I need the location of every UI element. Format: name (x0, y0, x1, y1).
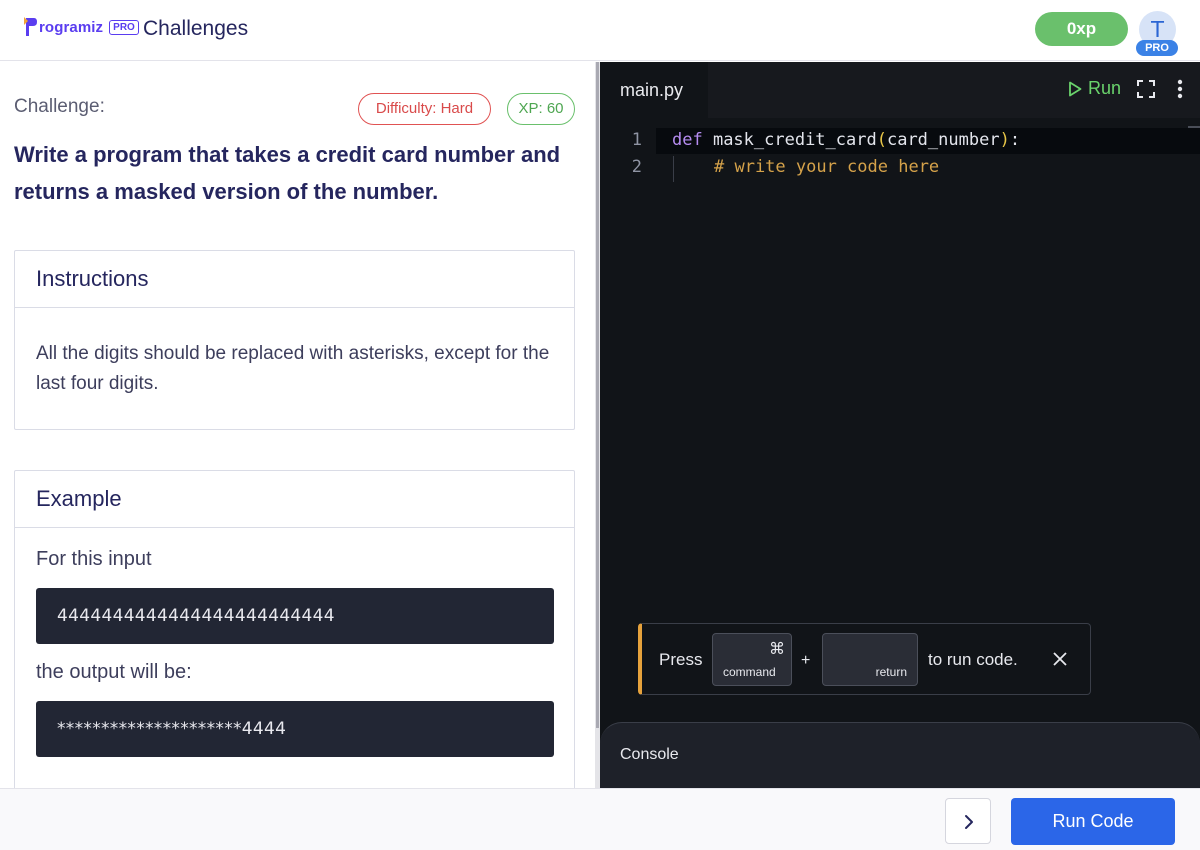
code-editor-panel: main.py Run 1 def mask_credit_card(card_… (600, 62, 1200, 788)
command-key-label: command (723, 665, 776, 679)
page-title: Challenges (143, 17, 249, 40)
return-key: return (822, 633, 918, 686)
chevron-right-icon (965, 815, 973, 829)
editor-tab-bar: main.py Run (600, 62, 1200, 118)
instructions-heading: Instructions (15, 251, 574, 308)
top-header: rogramiz PRO Challenges 0xp T PRO (0, 0, 1200, 61)
instructions-text: All the digits should be replaced with a… (36, 343, 550, 394)
editor-scroll-indicator (1188, 126, 1200, 128)
paren-close: ) (999, 130, 1010, 150)
paren-open: ( (876, 130, 887, 150)
keyword-def: def (672, 130, 713, 150)
command-key: ⌘ command (712, 633, 792, 686)
play-icon (1069, 81, 1082, 96)
indent-guide (673, 156, 674, 182)
hint-plus: + (801, 652, 811, 669)
function-name: mask_credit_card (712, 130, 877, 150)
run-button[interactable]: Run (1068, 78, 1121, 99)
colon: : (1009, 130, 1021, 150)
challenge-title: Write a program that takes a credit card… (14, 142, 561, 204)
left-panel-scrollbar[interactable] (596, 62, 599, 728)
run-shortcut-hint: Press ⌘ command + return to run code. (638, 623, 1091, 695)
command-symbol-icon: ⌘ (769, 641, 785, 658)
run-button-label: Run (1088, 78, 1122, 98)
function-arg: card_number (886, 130, 1000, 150)
example-output-label: the output will be: (36, 661, 192, 683)
run-code-button[interactable]: Run Code (1011, 798, 1175, 845)
programiz-logo[interactable]: rogramiz PRO (24, 16, 139, 38)
logo-text: rogramiz (39, 18, 104, 36)
bottom-toolbar: Run Code (0, 788, 1200, 850)
line-number: 2 (631, 157, 642, 177)
line-number: 1 (631, 130, 642, 150)
logo-pro-badge: PRO (109, 19, 139, 35)
example-input-label: For this input (36, 548, 152, 570)
programiz-logo-icon (24, 17, 37, 36)
hint-press-text: Press (659, 650, 703, 669)
xp-counter[interactable]: 0xp (1035, 12, 1128, 46)
difficulty-badge: Difficulty: Hard (358, 93, 491, 125)
code-comment[interactable]: # write your code here (714, 157, 939, 177)
xp-badge: XP: 60 (507, 93, 575, 125)
example-input-box: 4444444444444444444444444 (36, 588, 554, 644)
close-icon[interactable] (1052, 651, 1068, 667)
avatar-pro-badge: PRO (1136, 40, 1178, 56)
instructions-card: Instructions All the digits should be re… (14, 250, 575, 430)
example-output-box: *********************4444 (36, 701, 554, 757)
expand-icon[interactable] (1137, 80, 1155, 98)
more-vertical-icon[interactable] (1176, 78, 1184, 100)
console-panel[interactable]: Console (600, 722, 1200, 788)
console-label: Console (620, 746, 679, 763)
challenge-panel: Challenge: Difficulty: Hard XP: 60 Write… (0, 62, 595, 788)
code-line[interactable]: def mask_credit_card(card_number): (672, 130, 1020, 150)
return-key-label: return (875, 665, 907, 679)
hint-suffix-text: to run code. (928, 650, 1018, 669)
example-card: Example For this input 44444444444444444… (14, 470, 575, 788)
next-button[interactable] (945, 798, 991, 844)
challenge-label: Challenge: (14, 96, 105, 117)
tab-main-py[interactable]: main.py (600, 62, 708, 118)
example-heading: Example (15, 471, 574, 528)
